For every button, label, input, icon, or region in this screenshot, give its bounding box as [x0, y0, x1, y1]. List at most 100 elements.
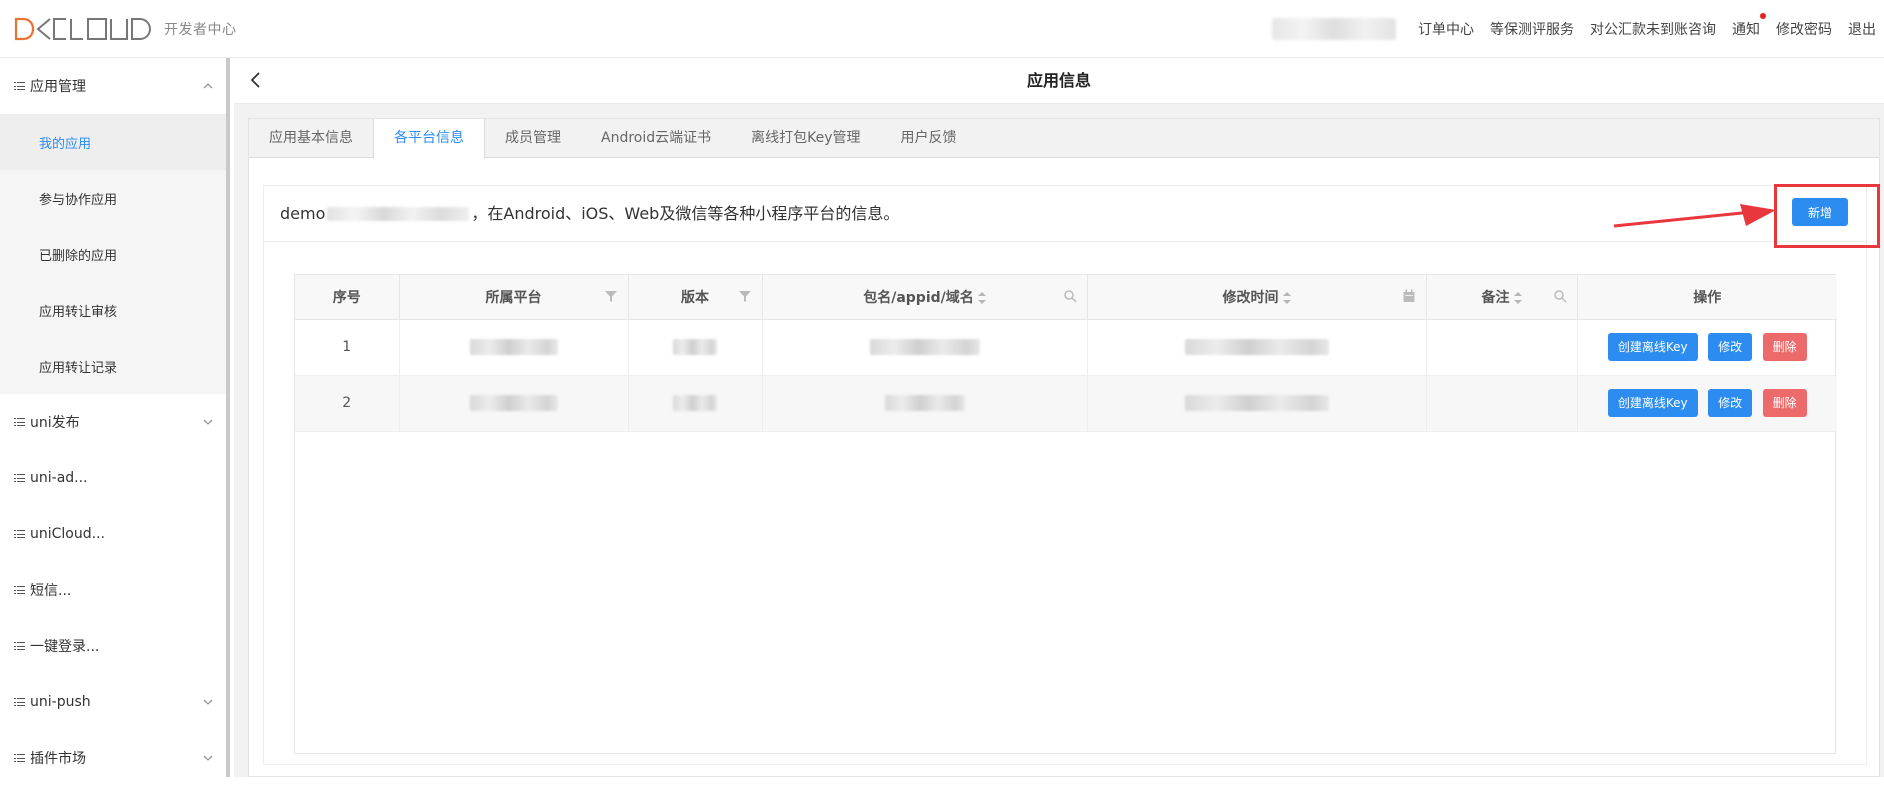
row-package-blurred — [762, 375, 1088, 432]
row-package-blurred — [762, 319, 1088, 376]
nav-notifications[interactable]: 通知 — [1732, 13, 1766, 39]
sidebar-group-plugin-market[interactable]: 插件市场 — [0, 730, 226, 786]
column-header-index: 序号 — [295, 275, 400, 320]
nav-remittance-inquiry[interactable]: 对公汇款未到账咨询 — [1590, 19, 1716, 39]
sidebar-group-label: 插件市场 — [30, 751, 86, 767]
sidebar-item-my-apps[interactable]: 我的应用 — [0, 114, 226, 170]
row-actions: 创建离线Key 修改 删除 — [1577, 319, 1837, 376]
app-info-card: 应用基本信息 各平台信息 成员管理 Android云端证书 离线打包Key管理 … — [248, 118, 1880, 777]
platform-table: 序号 所属平台 版本 包名/appid/域名 修改时间 备注 操作 1 创建离线… — [294, 274, 1837, 754]
sidebar-group-sms[interactable]: 短信... — [0, 562, 226, 618]
description-text: ，在Android、iOS、Web及微信等各种小程序平台的信息。 — [471, 204, 900, 223]
nav-orders[interactable]: 订单中心 — [1418, 19, 1474, 39]
chevron-down-icon — [203, 755, 213, 761]
sort-icon[interactable] — [977, 291, 986, 304]
delete-button[interactable]: 删除 — [1762, 333, 1807, 361]
sidebar-group-label: 短信... — [30, 583, 72, 599]
tab-members[interactable]: 成员管理 — [485, 119, 581, 158]
list-icon — [14, 529, 25, 539]
list-icon — [14, 697, 25, 707]
chevron-down-icon — [203, 699, 213, 705]
column-header-modified-time[interactable]: 修改时间 — [1087, 275, 1427, 320]
sidebar-group-one-click-login[interactable]: 一键登录... — [0, 618, 226, 674]
edit-button[interactable]: 修改 — [1708, 389, 1753, 417]
tab-feedback[interactable]: 用户反馈 — [881, 119, 977, 158]
sidebar-group-label: uni发布 — [30, 415, 80, 431]
nav-logout[interactable]: 退出 — [1848, 19, 1876, 39]
row-platform-blurred — [399, 375, 629, 432]
logo-subtitle: 开发者中心 — [164, 22, 237, 38]
sidebar-group-uni-push[interactable]: uni-push — [0, 674, 226, 730]
app-name-prefix: demo — [280, 204, 326, 223]
column-header-version: 版本 — [628, 275, 763, 320]
filter-icon[interactable] — [604, 289, 618, 303]
sort-icon[interactable] — [1513, 291, 1522, 304]
platform-info-panel: demo ，在Android、iOS、Web及微信等各种小程序平台的信息。 新增 — [263, 184, 1880, 765]
tab-bar: 应用基本信息 各平台信息 成员管理 Android云端证书 离线打包Key管理 … — [249, 119, 1879, 159]
sidebar-item-deleted-apps[interactable]: 已删除的应用 — [0, 226, 226, 282]
search-icon[interactable] — [1553, 289, 1567, 303]
list-icon — [14, 753, 25, 763]
filter-icon[interactable] — [738, 289, 752, 303]
dcloud-logo-mark — [14, 17, 152, 41]
top-nav: 订单中心 等保测评服务 对公汇款未到账咨询 通知 修改密码 退出 — [1272, 0, 1884, 58]
table-row: 1 创建离线Key 修改 删除 — [295, 319, 1837, 376]
sidebar-group-label: uni-push — [30, 694, 91, 710]
row-platform-blurred — [399, 319, 629, 376]
page-title: 应用信息 — [1026, 71, 1091, 90]
sidebar-group-uni-ad[interactable]: uni-ad... — [0, 450, 226, 506]
calendar-icon[interactable] — [1402, 289, 1416, 303]
list-icon — [14, 585, 25, 595]
notification-dot — [1760, 13, 1766, 19]
column-header-notes[interactable]: 备注 — [1426, 275, 1578, 320]
delete-button[interactable]: 删除 — [1762, 389, 1807, 417]
search-icon[interactable] — [1063, 289, 1077, 303]
sidebar-item-collab-apps[interactable]: 参与协作应用 — [0, 170, 226, 226]
tab-platform-info[interactable]: 各平台信息 — [373, 119, 485, 159]
page-header: 应用信息 — [234, 58, 1884, 104]
table-header-row: 序号 所属平台 版本 包名/appid/域名 修改时间 备注 操作 — [295, 275, 1837, 320]
tab-android-cert[interactable]: Android云端证书 — [581, 119, 731, 158]
dcloud-logo[interactable]: 开发者中心 — [14, 14, 237, 44]
row-version-blurred — [628, 319, 763, 376]
nav-change-password[interactable]: 修改密码 — [1776, 19, 1832, 39]
create-offline-key-button[interactable]: 创建离线Key — [1607, 333, 1698, 361]
sidebar-group-label: uni-ad... — [30, 470, 88, 486]
tab-offline-key[interactable]: 离线打包Key管理 — [731, 119, 880, 158]
edit-button[interactable]: 修改 — [1708, 333, 1753, 361]
sidebar-group-label: uniCloud... — [30, 526, 105, 542]
sidebar-group-label: 一键登录... — [30, 639, 100, 655]
sort-icon[interactable] — [1282, 291, 1291, 304]
row-notes — [1426, 375, 1578, 432]
nav-security-assessment[interactable]: 等保测评服务 — [1490, 19, 1574, 39]
row-modified-time-blurred — [1087, 319, 1427, 376]
list-icon — [14, 417, 25, 427]
sidebar-group-unicloud[interactable]: uniCloud... — [0, 506, 226, 562]
list-icon — [14, 641, 25, 651]
row-version-blurred — [628, 375, 763, 432]
sidebar-item-transfer-records[interactable]: 应用转让记录 — [0, 338, 226, 394]
sidebar-group-app-management[interactable]: 应用管理 — [0, 58, 226, 114]
sidebar-submenu-app-management: 我的应用 参与协作应用 已删除的应用 应用转让审核 应用转让记录 — [0, 114, 226, 394]
tab-basic-info[interactable]: 应用基本信息 — [249, 119, 373, 158]
chevron-up-icon — [203, 83, 213, 89]
sidebar-item-transfer-review[interactable]: 应用转让审核 — [0, 282, 226, 338]
panel-header: demo ，在Android、iOS、Web及微信等各种小程序平台的信息。 新增 — [264, 184, 1880, 248]
create-offline-key-button[interactable]: 创建离线Key — [1607, 389, 1698, 417]
add-button[interactable]: 新增 — [1792, 198, 1848, 226]
annotation-arrow — [1613, 204, 1776, 228]
sidebar: 应用管理 我的应用 参与协作应用 已删除的应用 应用转让审核 应用转让记录 un… — [0, 58, 230, 777]
row-index: 1 — [295, 319, 400, 376]
row-modified-time-blurred — [1087, 375, 1427, 432]
sidebar-group-uni-publish[interactable]: uni发布 — [0, 394, 226, 450]
table-row: 2 创建离线Key 修改 删除 — [295, 375, 1837, 432]
column-header-platform: 所属平台 — [399, 275, 629, 320]
user-name-blurred[interactable] — [1272, 18, 1396, 40]
main-content: 应用信息 应用基本信息 各平台信息 成员管理 Android云端证书 离线打包K… — [234, 58, 1884, 777]
column-header-package[interactable]: 包名/appid/域名 — [762, 275, 1088, 320]
list-icon — [14, 81, 25, 91]
chevron-down-icon — [203, 419, 213, 425]
panel-description: demo ，在Android、iOS、Web及微信等各种小程序平台的信息。 — [280, 186, 899, 242]
row-index: 2 — [295, 375, 400, 432]
list-icon — [14, 473, 25, 483]
